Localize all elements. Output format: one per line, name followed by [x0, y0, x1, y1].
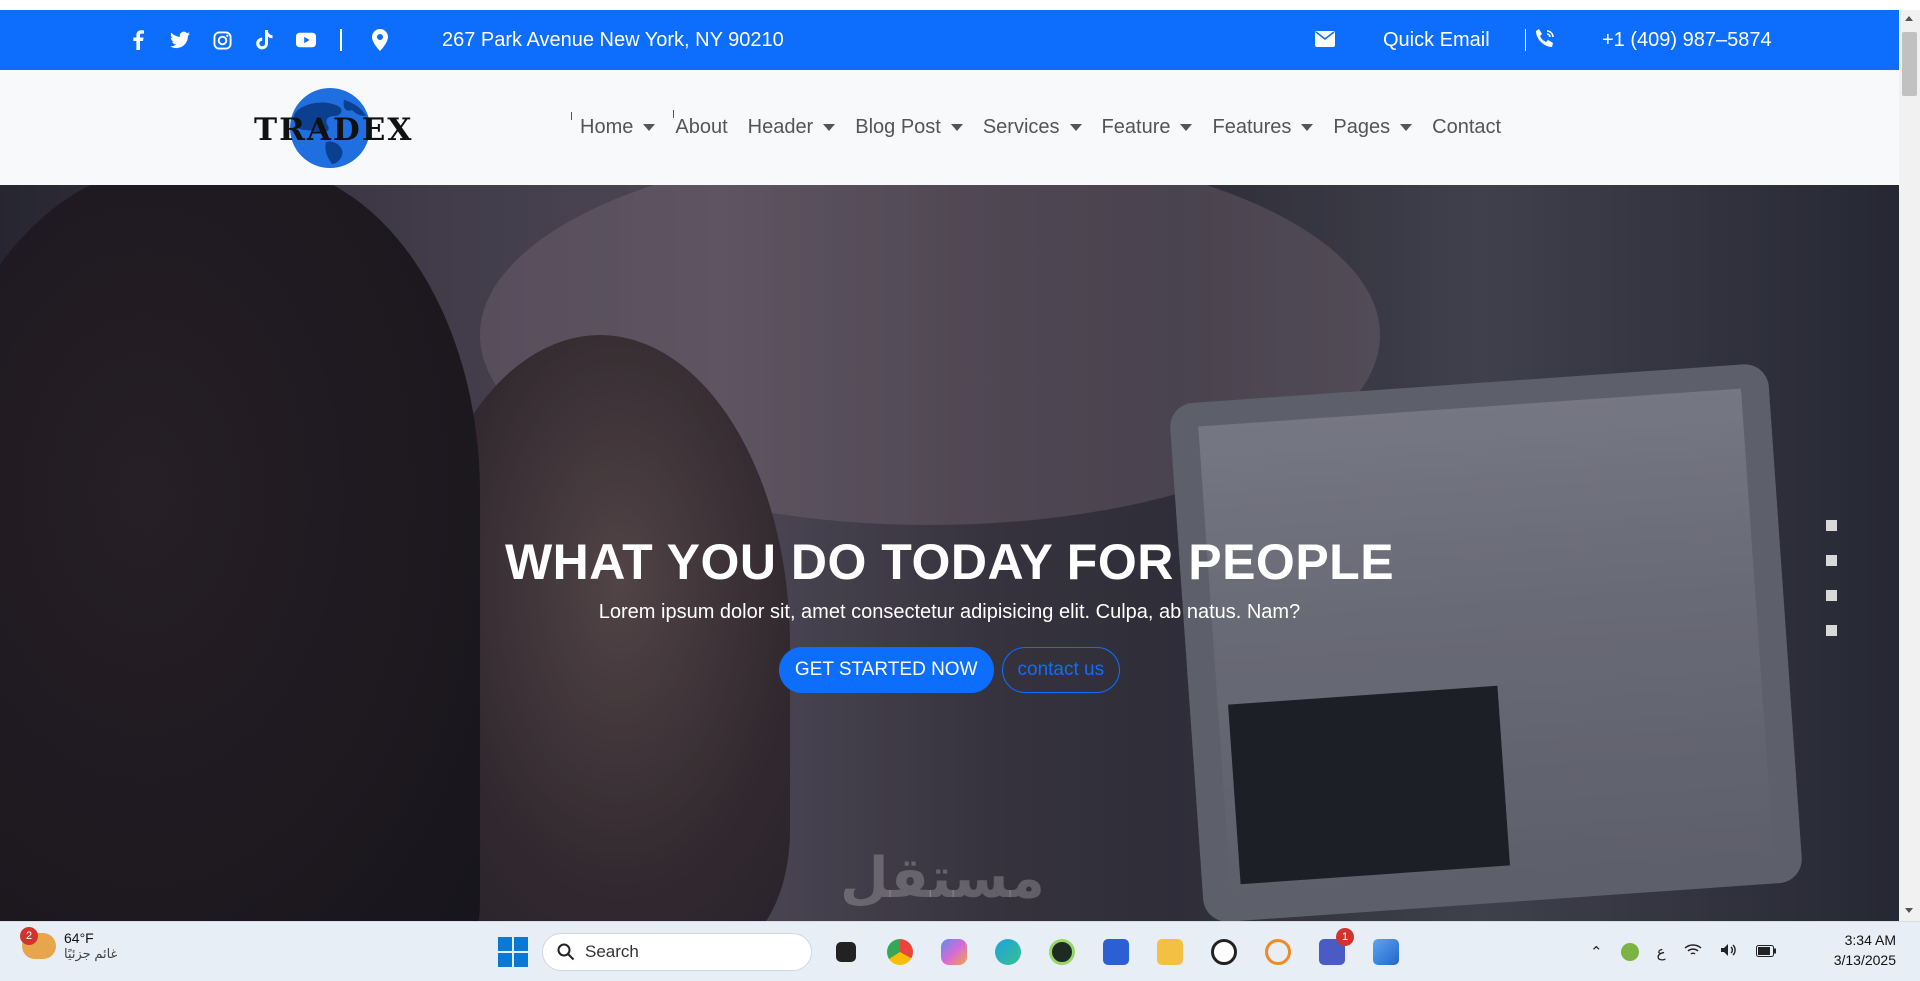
phone-icon: [1534, 28, 1556, 55]
nav-home[interactable]: Home: [570, 116, 665, 139]
nav-about[interactable]: About: [665, 116, 737, 139]
clock-time: 3:34 AM: [1844, 932, 1896, 948]
caret-down-icon: [1301, 124, 1314, 131]
nav-feature[interactable]: Feature: [1092, 116, 1203, 139]
carousel-indicators: [1826, 520, 1837, 636]
caret-down-icon: [950, 124, 963, 131]
chrome-icon[interactable]: [880, 932, 920, 972]
hero-carousel: WHAT YOU DO TODAY FOR PEOPLE Lorem ipsum…: [0, 185, 1899, 921]
nav-features-label: Features: [1212, 116, 1292, 138]
tray-app-icon[interactable]: [1620, 943, 1639, 961]
instagram-icon[interactable]: [212, 30, 232, 50]
camera-app-icon[interactable]: [1042, 932, 1082, 972]
system-tray: ⌃ ع: [1590, 930, 1776, 974]
get-started-button[interactable]: GET STARTED NOW: [778, 647, 994, 693]
carousel-dot[interactable]: [1826, 625, 1837, 636]
taskbar-clock[interactable]: 3:34 AM 3/13/2025: [1822, 930, 1896, 970]
clock-date: 3/13/2025: [1833, 952, 1896, 968]
nav-home-label: Home: [580, 116, 634, 138]
carousel-dot[interactable]: [1826, 520, 1837, 531]
weather-widget[interactable]: 2 64°F غائم جزئيًا: [20, 927, 118, 962]
taskbar-search[interactable]: Search: [542, 933, 812, 971]
windows-taskbar: 2 64°F غائم جزئيًا Search 1 ⌃ ع 3:34 AM …: [0, 921, 1920, 981]
edge-icon[interactable]: [988, 932, 1028, 972]
weather-cloud-icon: 2: [20, 927, 56, 959]
location-pin-icon: [372, 29, 388, 56]
site-logo[interactable]: TRADEX: [254, 86, 414, 170]
divider: [340, 29, 342, 51]
paint-app-icon[interactable]: [1366, 932, 1406, 972]
chevron-up-icon[interactable]: ⌃: [1590, 943, 1603, 961]
caret-down-icon: [1180, 124, 1193, 131]
phone-number[interactable]: +1 (409) 987–5874: [1602, 10, 1772, 70]
nav-header[interactable]: Header: [738, 116, 846, 139]
nav-services-label: Services: [982, 116, 1060, 138]
teams-icon[interactable]: 1: [1312, 928, 1354, 972]
top-contact-bar: 267 Park Avenue New York, NY 90210 Quick…: [0, 10, 1899, 70]
scroll-up-arrow-icon[interactable]: [1905, 16, 1913, 21]
caret-down-icon: [823, 124, 836, 131]
language-indicator[interactable]: ع: [1657, 943, 1666, 961]
logo-text: TRADEX: [254, 112, 414, 148]
nav-pages[interactable]: Pages: [1323, 116, 1422, 139]
file-explorer-icon[interactable]: [1150, 932, 1190, 972]
caret-down-icon: [1400, 124, 1413, 131]
loading-app-icon[interactable]: [1258, 932, 1298, 972]
nav-blog-post[interactable]: Blog Post: [845, 116, 973, 139]
youtube-icon[interactable]: [296, 30, 316, 50]
nav-pages-label: Pages: [1333, 116, 1391, 138]
nav-services[interactable]: Services: [973, 116, 1092, 139]
main-navbar: TRADEX Home About Header Blog Post Servi…: [0, 70, 1899, 185]
nav-about-label: About: [675, 116, 728, 138]
nav-blog-post-label: Blog Post: [855, 116, 941, 138]
weather-desc: غائم جزئيًا: [64, 946, 118, 961]
social-links: [128, 10, 316, 70]
quick-email-link[interactable]: Quick Email: [1383, 10, 1490, 70]
taskbar-apps: Search 1: [498, 928, 1406, 974]
nav-feature-label: Feature: [1101, 116, 1171, 138]
copilot-icon[interactable]: [934, 932, 974, 972]
weather-badge: 2: [20, 927, 38, 945]
carousel-dot[interactable]: [1826, 590, 1837, 601]
battery-icon[interactable]: [1755, 944, 1776, 961]
nav-contact[interactable]: Contact: [1422, 116, 1511, 139]
scroll-down-arrow-icon[interactable]: [1905, 908, 1913, 913]
tiktok-icon[interactable]: [254, 30, 274, 50]
store-icon[interactable]: [1096, 932, 1136, 972]
nav-contact-label: Contact: [1432, 116, 1502, 138]
facebook-icon[interactable]: [128, 30, 148, 50]
volume-icon[interactable]: [1720, 943, 1738, 961]
caret-down-icon: [643, 124, 656, 131]
wifi-icon[interactable]: [1684, 943, 1702, 961]
twitter-icon[interactable]: [170, 30, 190, 50]
hero-actions: GET STARTED NOW contact us: [0, 647, 1899, 693]
envelope-icon: [1315, 31, 1335, 52]
search-icon: [557, 943, 575, 961]
page-scrollbar[interactable]: [1899, 10, 1920, 921]
task-view-icon[interactable]: [826, 932, 866, 972]
search-label: Search: [585, 942, 639, 961]
carousel-dot[interactable]: [1826, 555, 1837, 566]
whatsapp-icon[interactable]: [1204, 932, 1244, 972]
address-text: 267 Park Avenue New York, NY 90210: [442, 28, 784, 51]
hero-title: WHAT YOU DO TODAY FOR PEOPLE: [504, 534, 1395, 590]
watermark: مستقل: [840, 846, 1045, 909]
nav-features[interactable]: Features: [1202, 116, 1323, 139]
hero-subtitle: Lorem ipsum dolor sit, amet consectetur …: [598, 601, 1301, 623]
teams-badge: 1: [1336, 928, 1354, 946]
windows-start-icon[interactable]: [498, 937, 528, 967]
browser-page: 267 Park Avenue New York, NY 90210 Quick…: [0, 0, 1920, 981]
divider: [1525, 29, 1526, 51]
weather-temp: 64°F: [64, 930, 94, 946]
caret-down-icon: [1069, 124, 1082, 131]
primary-nav: Home About Header Blog Post Services Fea…: [570, 70, 1511, 185]
scroll-thumb[interactable]: [1902, 32, 1917, 96]
nav-header-label: Header: [747, 116, 814, 138]
contact-us-button[interactable]: contact us: [1001, 647, 1121, 693]
